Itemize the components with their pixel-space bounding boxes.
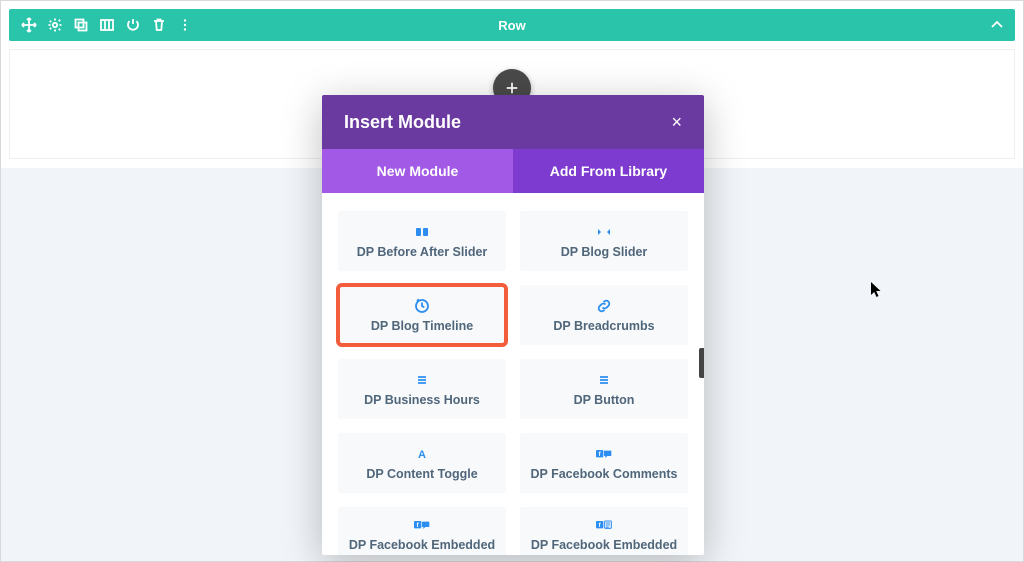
- module-label: DP Blog Timeline: [371, 319, 473, 334]
- module-label: DP Facebook Embedded Post: [526, 538, 682, 555]
- fb-comment-icon: f: [596, 445, 612, 463]
- row-toolbar: Row: [9, 9, 1015, 41]
- fb-post-icon: f: [596, 516, 612, 534]
- menu-icon: [596, 371, 612, 389]
- module-card[interactable]: A DP Content Toggle: [338, 433, 506, 493]
- module-card[interactable]: f DP Facebook Embedded Comment: [338, 507, 506, 555]
- module-card[interactable]: DP Business Hours: [338, 359, 506, 419]
- module-card[interactable]: DP Blog Slider: [520, 211, 688, 271]
- link-icon: [596, 297, 612, 315]
- close-icon[interactable]: ×: [671, 113, 682, 131]
- slider-icon: [414, 223, 430, 241]
- module-card[interactable]: f DP Facebook Embedded Post: [520, 507, 688, 555]
- module-card[interactable]: DP Button: [520, 359, 688, 419]
- insert-module-modal: Insert Module × New Module Add From Libr…: [322, 95, 704, 555]
- columns-icon[interactable]: [99, 17, 115, 33]
- tab-add-from-library[interactable]: Add From Library: [513, 149, 704, 193]
- power-icon[interactable]: [125, 17, 141, 33]
- module-card[interactable]: f DP Facebook Comments: [520, 433, 688, 493]
- module-card[interactable]: DP Before After Slider: [338, 211, 506, 271]
- modules-list: DP Before After Slider DP Blog Slider DP B…: [322, 193, 704, 555]
- module-label: DP Button: [574, 393, 635, 408]
- mouse-cursor: [870, 281, 884, 304]
- module-label: DP Blog Slider: [561, 245, 648, 260]
- modal-header: Insert Module ×: [322, 95, 704, 149]
- trash-icon[interactable]: [151, 17, 167, 33]
- module-card[interactable]: DP Breadcrumbs: [520, 285, 688, 345]
- arrows-icon: [596, 223, 612, 241]
- module-label: DP Facebook Embedded Comment: [344, 538, 500, 555]
- gear-icon[interactable]: [47, 17, 63, 33]
- duplicate-icon[interactable]: [73, 17, 89, 33]
- module-label: DP Before After Slider: [357, 245, 488, 260]
- modal-tabs: New Module Add From Library: [322, 149, 704, 193]
- svg-text:A: A: [418, 449, 426, 461]
- more-icon[interactable]: [177, 17, 193, 33]
- fb-comment-icon: f: [414, 516, 430, 534]
- module-label: DP Content Toggle: [366, 467, 477, 482]
- tab-new-module[interactable]: New Module: [322, 149, 513, 193]
- clock-icon: [414, 297, 430, 315]
- scrollbar-thumb[interactable]: [699, 348, 704, 378]
- move-icon[interactable]: [21, 17, 37, 33]
- module-label: DP Facebook Comments: [530, 467, 677, 482]
- letter-a-icon: A: [414, 445, 430, 463]
- collapse-icon[interactable]: [989, 17, 1005, 33]
- module-card[interactable]: DP Blog Timeline: [338, 285, 506, 345]
- modal-title: Insert Module: [344, 112, 461, 133]
- menu-icon: [414, 371, 430, 389]
- module-label: DP Breadcrumbs: [553, 319, 654, 334]
- module-label: DP Business Hours: [364, 393, 480, 408]
